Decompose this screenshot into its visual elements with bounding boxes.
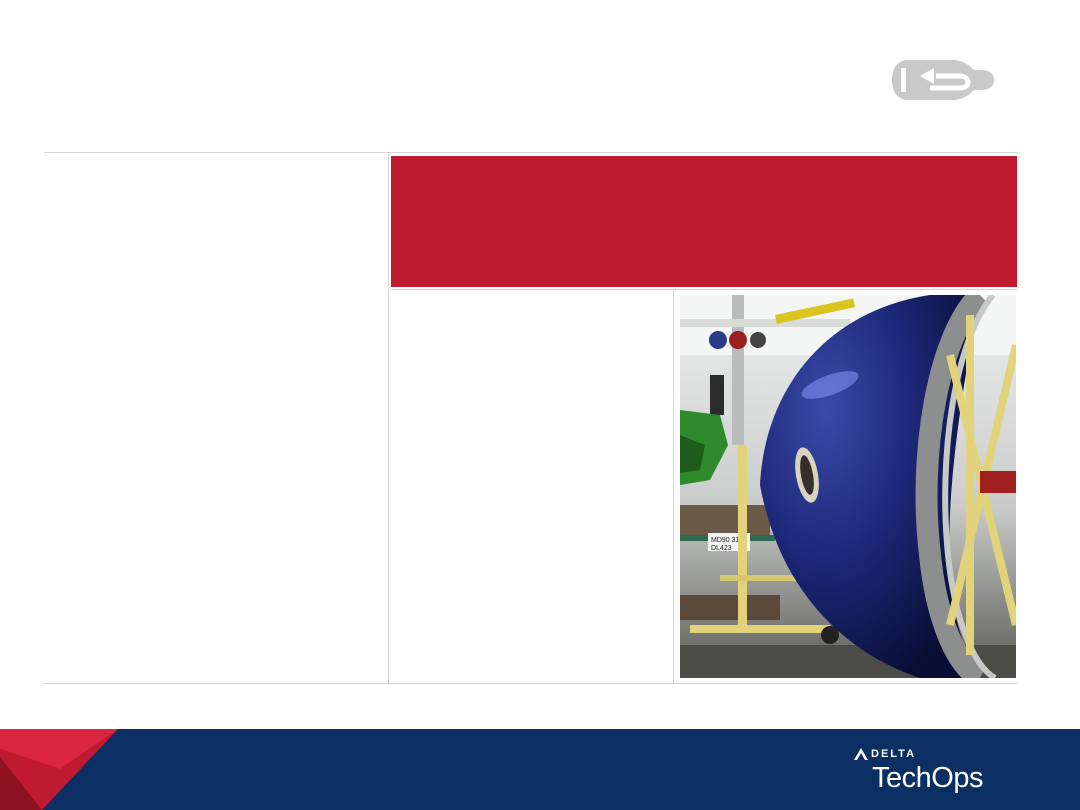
banner-divider: [391, 289, 1017, 290]
delta-widget-icon: [854, 748, 868, 760]
title-banner: [391, 156, 1017, 287]
part-tag-line2: DL423: [711, 545, 732, 552]
back-arrow-icon[interactable]: [890, 52, 996, 108]
engine-nacelle-photo: MD90 31R DL423: [680, 295, 1016, 678]
delta-techops-logo: DELTA TechOps: [854, 748, 1004, 798]
top-divider: [44, 152, 1018, 153]
photo-divider: [673, 290, 674, 683]
bottom-divider: [44, 683, 1018, 684]
left-content-panel: [44, 156, 384, 680]
logo-delta-text: DELTA: [871, 748, 917, 760]
logo-techops-text: TechOps: [872, 762, 983, 794]
delta-widget-shape: [0, 729, 118, 810]
body-text-panel: [391, 294, 669, 680]
column-divider: [388, 153, 389, 683]
